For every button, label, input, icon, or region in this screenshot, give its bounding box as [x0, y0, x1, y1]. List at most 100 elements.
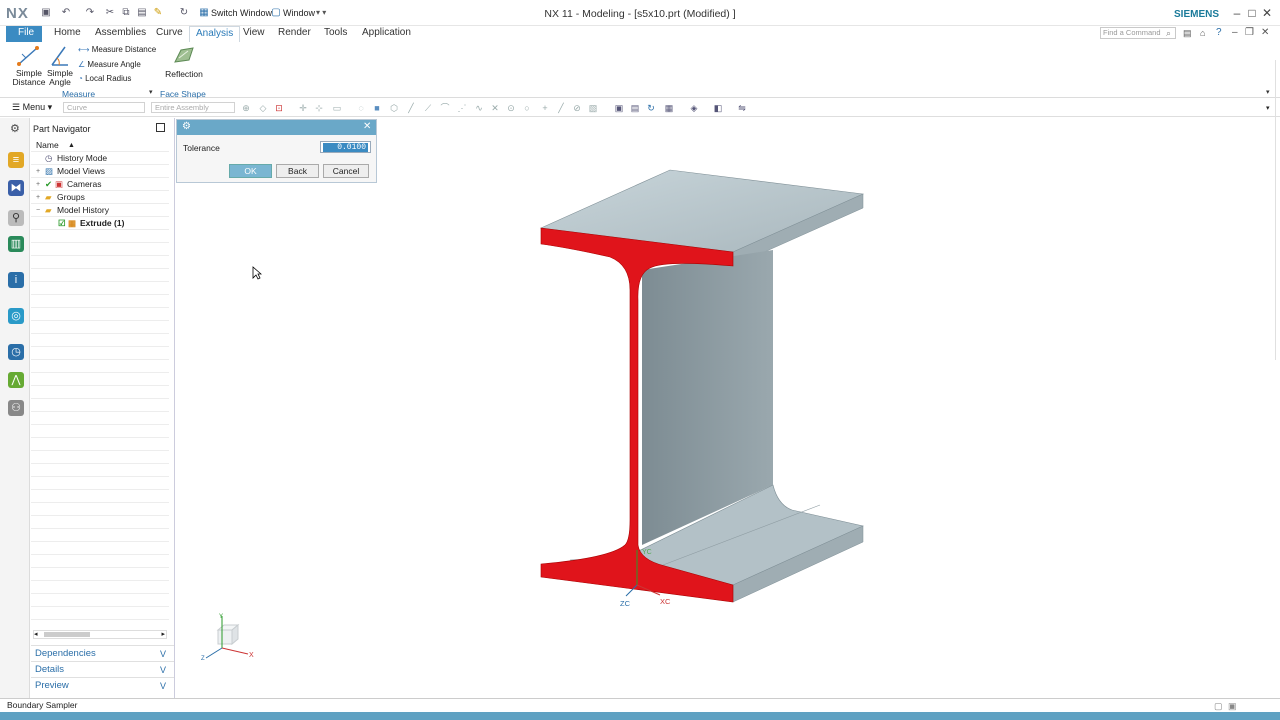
expand-icon[interactable]: + — [36, 165, 40, 178]
check-icon[interactable]: ☑ — [58, 217, 66, 230]
render-style-icon[interactable]: ◈ — [689, 103, 699, 113]
measure-group-expand-icon[interactable]: ▾ — [149, 88, 153, 96]
reflection-button[interactable]: Reflection — [163, 70, 205, 79]
edit-section-icon[interactable]: ◧ — [713, 103, 723, 113]
constraint-navigator-icon[interactable]: ⚲ — [8, 210, 24, 226]
tab-tools[interactable]: Tools — [318, 26, 353, 42]
check-icon[interactable]: ✔ — [45, 178, 52, 191]
expand-icon[interactable]: + — [36, 191, 40, 204]
select-feature-icon[interactable]: ◇ — [258, 103, 268, 113]
find-command-input[interactable]: Find a Command — [1100, 27, 1176, 39]
customize-icon[interactable]: ▤ — [1183, 28, 1192, 39]
simple-angle-button[interactable]: Simple Angle — [44, 69, 76, 87]
zoom-icon[interactable]: ▤ — [630, 103, 640, 113]
end-point-icon[interactable]: ⟋ — [423, 103, 433, 113]
existing-point-icon[interactable]: ╱ — [556, 103, 566, 113]
intersection-point-icon[interactable]: ✕ — [490, 103, 500, 113]
assembly-navigator-icon[interactable]: ⧓ — [8, 180, 24, 196]
select-face-icon[interactable]: ⊹ — [314, 103, 324, 113]
tab-curve[interactable]: Curve — [150, 26, 189, 42]
navigator-hscrollbar[interactable]: ◂ ▸ — [33, 630, 167, 639]
sheet-body-icon[interactable]: ⬡ — [389, 103, 399, 113]
ribbon-options-icon[interactable]: ▾ — [1266, 88, 1270, 96]
history-icon[interactable]: ◷ — [8, 344, 24, 360]
doc-restore-button[interactable]: ❐ — [1245, 27, 1254, 38]
line-icon[interactable]: ╱ — [406, 103, 416, 113]
details-panel[interactable]: Details V — [31, 661, 174, 677]
collapse-icon[interactable]: − — [36, 204, 40, 217]
rectangle-select-icon[interactable]: ▭ — [332, 103, 342, 113]
tab-analysis[interactable]: Analysis — [189, 26, 241, 42]
selection-scope-select[interactable]: Entire Assembly — [151, 102, 235, 113]
status-icon-1[interactable]: ▢ — [1214, 700, 1223, 712]
spline-icon[interactable]: ∿ — [474, 103, 484, 113]
settings-gear-icon[interactable]: ⚙ — [10, 122, 20, 135]
tolerance-input[interactable]: 0.0100 — [320, 141, 371, 153]
curve-rule-icon[interactable]: ✛ — [298, 103, 308, 113]
measure-angle-button[interactable]: ∠ Measure Angle — [78, 60, 141, 69]
i-beam-model[interactable]: YC ZC XC — [530, 160, 870, 610]
part-navigator-icon[interactable]: ≡ — [8, 152, 24, 168]
nav-item-history-mode[interactable]: ◷ History Mode — [31, 152, 169, 165]
selection-intent-icon[interactable]: ⊡ — [274, 103, 284, 113]
midpoint-icon[interactable]: ⌒ — [440, 103, 450, 113]
expand-icon[interactable]: + — [36, 178, 40, 191]
nav-item-extrude[interactable]: ☑ ▦ Extrude (1) — [31, 217, 169, 230]
fit-view-icon[interactable]: ▣ — [614, 103, 624, 113]
tab-application[interactable]: Application — [356, 26, 417, 42]
reuse-library-icon[interactable]: ▥ — [8, 236, 24, 252]
roles-icon[interactable]: ⚇ — [8, 400, 24, 416]
nav-item-cameras[interactable]: + ✔ ▣ Cameras — [31, 178, 169, 191]
type-filter-select[interactable]: Curve — [63, 102, 145, 113]
doc-minimize-button[interactable]: – — [1232, 27, 1238, 38]
point-on-face-icon[interactable]: ▧ — [588, 103, 598, 113]
tab-render[interactable]: Render — [272, 26, 317, 42]
solid-body-icon[interactable]: ■ — [372, 103, 382, 113]
maximize-button[interactable]: □ — [1245, 6, 1259, 20]
ok-button[interactable]: OK — [229, 164, 272, 178]
close-button[interactable]: ✕ — [1260, 6, 1274, 20]
orient-view-icon[interactable]: ▦ — [664, 103, 674, 113]
status-icon-2[interactable]: ▣ — [1228, 700, 1237, 712]
rotate-icon[interactable]: ↻ — [646, 103, 656, 113]
menu-button[interactable]: ☰ Menu ▾ — [12, 102, 52, 113]
process-studio-icon[interactable]: ⋀ — [8, 372, 24, 388]
tab-home[interactable]: Home — [48, 26, 87, 42]
scroll-thumb[interactable] — [44, 632, 90, 637]
help-icon[interactable]: ? — [1216, 27, 1222, 38]
nav-item-model-views[interactable]: + ▨ Model Views — [31, 165, 169, 178]
nav-item-groups[interactable]: + ▰ Groups — [31, 191, 169, 204]
minimize-button[interactable]: – — [1230, 6, 1244, 20]
tab-view[interactable]: View — [237, 26, 271, 42]
point-on-curve-icon[interactable]: ⊘ — [572, 103, 582, 113]
hd3d-tools-icon[interactable]: i — [8, 272, 24, 288]
tab-file[interactable]: File — [6, 26, 42, 42]
navigator-column-header[interactable]: Name ▲ — [31, 139, 169, 152]
scroll-right-icon[interactable]: ▸ — [161, 631, 165, 639]
tab-assemblies[interactable]: Assemblies — [89, 26, 152, 42]
toolbar-options-icon[interactable]: ▾ — [1266, 104, 1270, 112]
scroll-left-icon[interactable]: ◂ — [34, 631, 38, 639]
web-browser-icon[interactable]: ◎ — [8, 308, 24, 324]
dialog-close-button[interactable]: ✕ — [363, 121, 371, 132]
face-shape-group-label[interactable]: Face Shape — [160, 89, 206, 99]
nav-item-model-history[interactable]: − ▰ Model History — [31, 204, 169, 217]
preview-panel[interactable]: Preview V — [31, 677, 174, 693]
snap-point-icon[interactable]: ⊕ — [241, 103, 251, 113]
show-hide-icon[interactable]: ⇋ — [737, 103, 747, 113]
local-radius-button[interactable]: ◔ Local Radius — [78, 74, 131, 83]
simple-distance-button[interactable]: Simple Distance — [9, 69, 49, 87]
control-point-icon[interactable]: ⋰ — [457, 103, 467, 113]
dependencies-panel[interactable]: Dependencies V — [31, 645, 174, 661]
cancel-button[interactable]: Cancel — [323, 164, 369, 178]
back-button[interactable]: Back — [276, 164, 319, 178]
measure-distance-button[interactable]: ⟷ Measure Distance — [78, 45, 156, 54]
lasso-icon[interactable]: ◌ — [356, 103, 366, 113]
doc-close-button[interactable]: ✕ — [1261, 27, 1269, 38]
quadrant-icon[interactable]: + — [540, 103, 550, 113]
home-icon[interactable]: ⌂ — [1200, 28, 1205, 38]
navigator-maximize-button[interactable] — [156, 123, 165, 132]
search-icon[interactable]: ⌕ — [1166, 28, 1171, 39]
arc-center-icon[interactable]: ⊙ — [506, 103, 516, 113]
circle-icon[interactable]: ○ — [522, 103, 532, 113]
